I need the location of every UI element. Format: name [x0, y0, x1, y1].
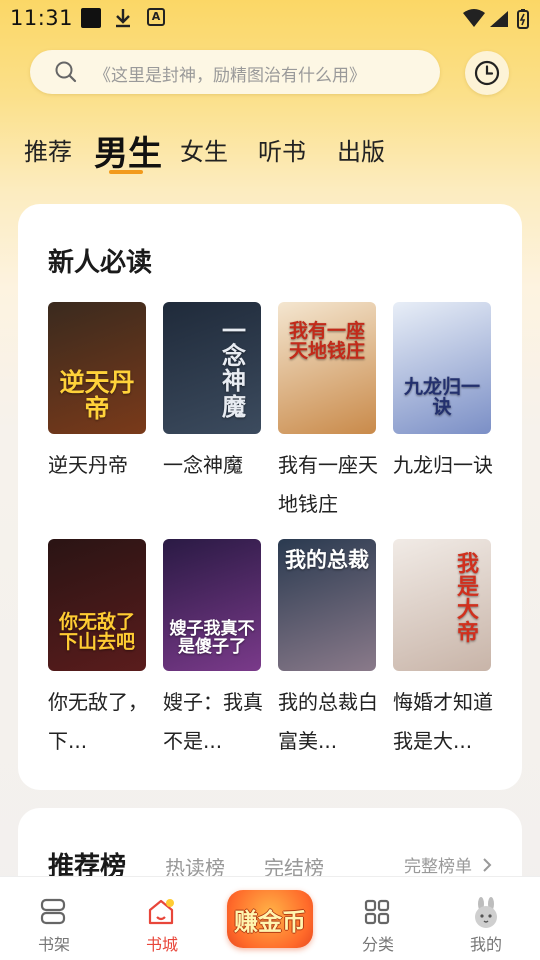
bookshelf-icon	[38, 897, 68, 931]
profile-icon	[470, 897, 502, 935]
book-cover: 九龙归一诀	[393, 302, 491, 434]
section-title: 新人必读	[48, 248, 153, 278]
font-app-icon: A	[147, 8, 165, 26]
cover-title: 你无敌了下山去吧	[58, 611, 135, 654]
book-cover: 你无敌了下山去吧	[48, 539, 146, 671]
coin-label: 赚金币	[234, 908, 306, 936]
status-time: 11:31	[10, 6, 74, 30]
tab-publish[interactable]: 出版	[337, 132, 385, 167]
notification-app-icon	[81, 8, 101, 28]
cover-title: 我有一座天地钱庄	[288, 320, 365, 362]
book-cover: 逆天丹帝	[48, 302, 146, 434]
book-cover: 我是大帝	[393, 539, 491, 671]
cover-title: 九龙归一诀	[403, 376, 480, 418]
cover-title: 逆天丹帝	[59, 367, 135, 423]
nav-label: 书架	[37, 935, 70, 954]
nav-bookstore[interactable]: 书城	[122, 877, 202, 960]
book-cover: 我的总裁	[278, 539, 376, 671]
history-button[interactable]	[465, 51, 509, 95]
category-icon	[362, 897, 392, 931]
tab-recommend[interactable]: 推荐	[24, 132, 72, 167]
search-input[interactable]: 《这里是封神，励精图治有什么用》	[30, 50, 440, 94]
book-title: 我有一座天地钱庄	[278, 453, 378, 516]
tab-active-indicator	[109, 170, 143, 174]
book-title: 嫂子：我真不是...	[163, 690, 263, 753]
book-title: 悔婚才知道我是大...	[393, 690, 493, 753]
new-reader-section: 新人必读 逆天丹帝 逆天丹帝 一念神魔 一念神魔 我有一座天地钱庄 我有一座天地…	[18, 204, 522, 790]
book-cover: 嫂子我真不是傻子了	[163, 539, 261, 671]
nav-label: 分类	[361, 935, 394, 954]
book-cover: 我有一座天地钱庄	[278, 302, 376, 434]
nav-label: 我的	[469, 935, 502, 954]
book-title: 九龙归一诀	[393, 453, 493, 477]
bookstore-icon	[146, 897, 176, 931]
book-title: 逆天丹帝	[48, 453, 128, 477]
book-cover: 一念神魔	[163, 302, 261, 434]
tab-female[interactable]: 女生	[180, 132, 228, 167]
cover-title: 一念神魔	[222, 316, 246, 421]
search-placeholder: 《这里是封神，励精图治有什么用》	[94, 66, 366, 86]
book-title: 我的总裁白富美...	[278, 690, 378, 753]
chevron-right-icon	[483, 858, 492, 872]
cover-title: 嫂子我真不是傻子了	[169, 619, 255, 658]
earn-coins-button[interactable]: 赚金币	[227, 890, 313, 948]
cover-title: 我的总裁	[285, 547, 369, 572]
nav-category[interactable]: 分类	[338, 877, 418, 960]
nav-profile[interactable]: 我的	[446, 877, 526, 960]
nav-label: 书城	[145, 935, 178, 954]
ranking-more-link[interactable]: 完整榜单	[404, 852, 493, 877]
tab-audiobook[interactable]: 听书	[258, 132, 306, 167]
search-icon	[54, 60, 78, 88]
nav-bookshelf[interactable]: 书架	[14, 877, 94, 960]
book-title: 你无敌了，下...	[48, 690, 148, 753]
status-right-icons	[462, 8, 534, 34]
tab-male[interactable]: 男生	[94, 126, 162, 175]
status-bar: 11:31 A	[0, 0, 540, 36]
clock-icon	[474, 60, 500, 86]
signal-battery-icon	[463, 9, 529, 29]
cover-title: 我是大帝	[456, 551, 479, 647]
book-title: 一念神魔	[163, 453, 243, 477]
download-icon	[114, 8, 132, 32]
ranking-more-label: 完整榜单	[404, 857, 472, 877]
